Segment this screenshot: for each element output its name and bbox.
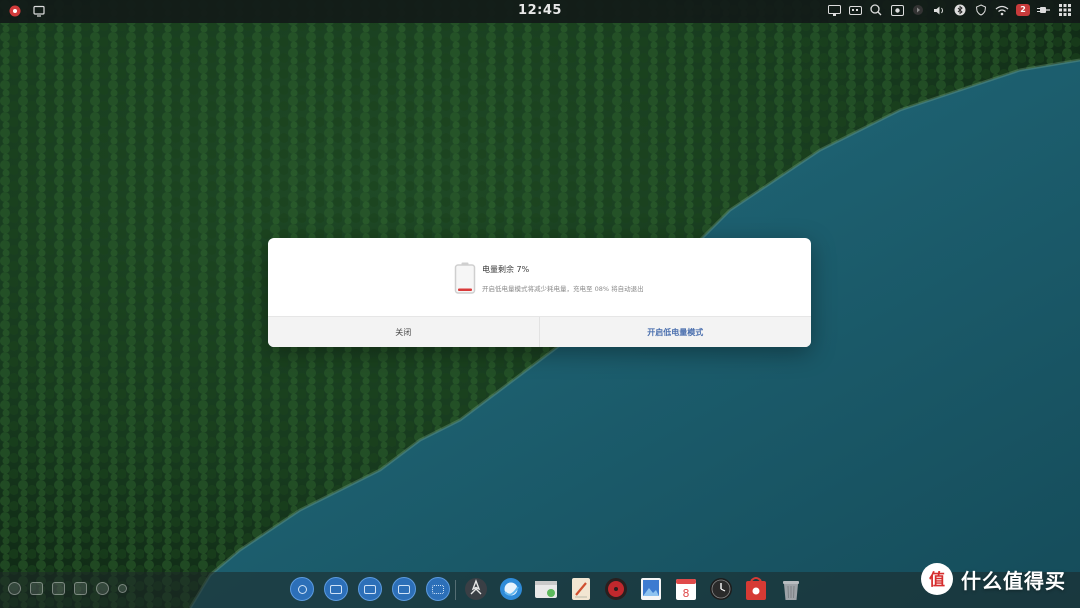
dialog-button-row: 关闭 开启低电量模式 bbox=[268, 316, 811, 347]
display-icon[interactable] bbox=[827, 3, 841, 17]
battery-low-icon bbox=[454, 262, 476, 294]
calendar-day-label: 8 bbox=[683, 587, 690, 600]
dialog-description: 开启低电量模式将减少耗电量，充电至 08% 将自动退出 bbox=[482, 285, 644, 293]
dock-apps: 8 bbox=[463, 575, 804, 603]
grid-icon bbox=[432, 584, 444, 594]
volume-icon[interactable] bbox=[932, 3, 946, 17]
workspace-2[interactable] bbox=[324, 577, 348, 601]
tray-item-5[interactable] bbox=[96, 582, 109, 595]
enable-low-power-mode-button[interactable]: 开启低电量模式 bbox=[540, 317, 812, 347]
bluetooth-icon[interactable] bbox=[953, 3, 967, 17]
workspace-3[interactable] bbox=[358, 577, 382, 601]
tray-item-1[interactable] bbox=[8, 582, 21, 595]
folder-icon[interactable] bbox=[533, 575, 559, 603]
keyboard-icon[interactable] bbox=[848, 3, 862, 17]
trash-icon[interactable] bbox=[778, 575, 804, 603]
battery-fill bbox=[458, 288, 472, 291]
launcher-grid-icon[interactable] bbox=[1058, 3, 1072, 17]
watermark-text: 什么值得买 bbox=[961, 568, 1066, 593]
tray-item-6[interactable] bbox=[118, 584, 127, 593]
clock-icon[interactable] bbox=[708, 575, 734, 603]
screen-icon[interactable] bbox=[32, 4, 46, 18]
workspace-4[interactable] bbox=[392, 577, 416, 601]
power-plug-icon[interactable] bbox=[1037, 3, 1051, 17]
workspace-switcher bbox=[290, 577, 450, 601]
media-icon[interactable] bbox=[911, 3, 925, 17]
workspace-1[interactable] bbox=[290, 577, 314, 601]
screen-record-icon[interactable] bbox=[890, 3, 904, 17]
smzdm-logo-icon: 值 bbox=[921, 563, 953, 595]
top-panel: 12:45 2 bbox=[0, 0, 1080, 23]
dock-separator bbox=[455, 580, 456, 600]
window-icon bbox=[330, 584, 342, 594]
system-tray bbox=[8, 582, 127, 595]
dialog-body: 电量剩余 7% 开启低电量模式将减少耗电量，充电至 08% 将自动退出 bbox=[268, 238, 811, 316]
workspace-5[interactable] bbox=[426, 577, 450, 601]
browser-icon[interactable] bbox=[498, 575, 524, 603]
window-icon bbox=[364, 584, 376, 594]
workspace-dot-icon bbox=[297, 584, 307, 594]
notification-icon[interactable]: 2 bbox=[1016, 4, 1030, 16]
store-icon[interactable] bbox=[743, 575, 769, 603]
tray-item-3[interactable] bbox=[52, 582, 65, 595]
watermark: 值 什么值得买 bbox=[921, 563, 1066, 595]
music-icon[interactable] bbox=[603, 575, 629, 603]
pen-icon[interactable] bbox=[568, 575, 594, 603]
logo-text: 值 bbox=[929, 570, 945, 589]
low-battery-dialog: 电量剩余 7% 开启低电量模式将减少耗电量，充电至 08% 将自动退出 关闭 开… bbox=[268, 238, 811, 347]
rocket-icon[interactable] bbox=[463, 575, 489, 603]
dock: 8 bbox=[0, 572, 1080, 608]
window-icon bbox=[398, 584, 410, 594]
close-button[interactable]: 关闭 bbox=[268, 317, 540, 347]
tray-item-2[interactable] bbox=[30, 582, 43, 595]
wifi-icon[interactable] bbox=[995, 3, 1009, 17]
tray-item-4[interactable] bbox=[74, 582, 87, 595]
dialog-title: 电量剩余 7% bbox=[482, 265, 530, 274]
calendar-icon[interactable]: 8 bbox=[673, 575, 699, 603]
image-icon[interactable] bbox=[638, 575, 664, 603]
shield-icon[interactable] bbox=[974, 3, 988, 17]
deepin-logo-icon[interactable] bbox=[8, 4, 22, 18]
search-icon[interactable] bbox=[869, 3, 883, 17]
